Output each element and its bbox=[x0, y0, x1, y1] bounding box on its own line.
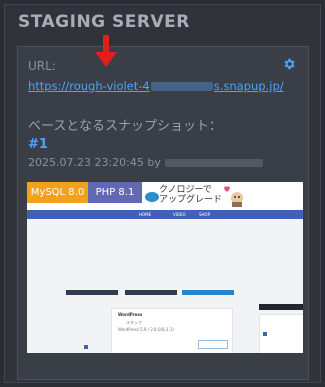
arrow-down-icon bbox=[95, 35, 117, 67]
widget-button bbox=[198, 340, 228, 349]
site-dot-3 bbox=[263, 332, 267, 336]
php-version-badge: PHP 8.1 bbox=[88, 182, 142, 203]
logo-mark-icon bbox=[145, 192, 159, 202]
site-nav-home: HOME bbox=[139, 212, 152, 217]
author-redacted bbox=[164, 159, 263, 167]
widget-title: WordPress bbox=[118, 312, 143, 317]
url-label: URL: bbox=[28, 59, 56, 73]
site-nav-video: VIDEO bbox=[173, 212, 186, 217]
widget-line1: スタッフ bbox=[126, 320, 142, 325]
site-section-bar-2 bbox=[125, 290, 177, 295]
site-dot-1 bbox=[210, 290, 214, 294]
mysql-version-badge: MySQL 8.0 bbox=[27, 182, 88, 203]
gear-icon[interactable] bbox=[282, 57, 296, 71]
url-suffix: s.snapup.jp/ bbox=[213, 79, 284, 93]
snapshot-title: ベースとなるスナップショット： bbox=[28, 119, 222, 134]
site-widget-card: WordPress スタッフ WordPress 5.9 / 2.8.0(8.1… bbox=[111, 308, 233, 353]
site-logo-line2: アップグレード bbox=[159, 195, 223, 205]
site-logo-line1: クノロジーで bbox=[159, 185, 212, 195]
site-nav-shop: SHOP bbox=[199, 212, 211, 217]
site-dot-2 bbox=[84, 345, 88, 349]
snapshot-date-text: 2025.07.23 23:20:45 by bbox=[28, 156, 161, 169]
site-logo: クノロジーで アップグレード bbox=[159, 185, 222, 205]
snapshot-thumbnail[interactable]: クノロジーで アップグレード MySQL 8.0 PHP 8.1 HOME VI… bbox=[27, 182, 303, 353]
mascot-icon bbox=[224, 186, 243, 207]
site-sidebar-bar bbox=[259, 304, 303, 310]
site-nav: HOME VIDEO SHOP bbox=[27, 210, 303, 219]
snapshot-date: 2025.07.23 23:20:45 by bbox=[28, 156, 263, 169]
snapshot-number-link[interactable]: #1 bbox=[28, 137, 48, 152]
staging-panel: URL: https://rough-violet-4 s.snapup.jp/ … bbox=[17, 35, 309, 380]
site-section-bar-3 bbox=[182, 290, 234, 295]
url-prefix: https://rough-violet-4 bbox=[28, 79, 150, 93]
staging-url-link[interactable]: https://rough-violet-4 s.snapup.jp/ bbox=[28, 79, 284, 93]
site-section-bar-1 bbox=[66, 290, 118, 295]
page-title: STAGING SERVER bbox=[18, 12, 190, 32]
widget-line2: WordPress 5.9 / 2.8.0(8.1.1) bbox=[118, 327, 174, 332]
url-redacted bbox=[150, 82, 213, 91]
